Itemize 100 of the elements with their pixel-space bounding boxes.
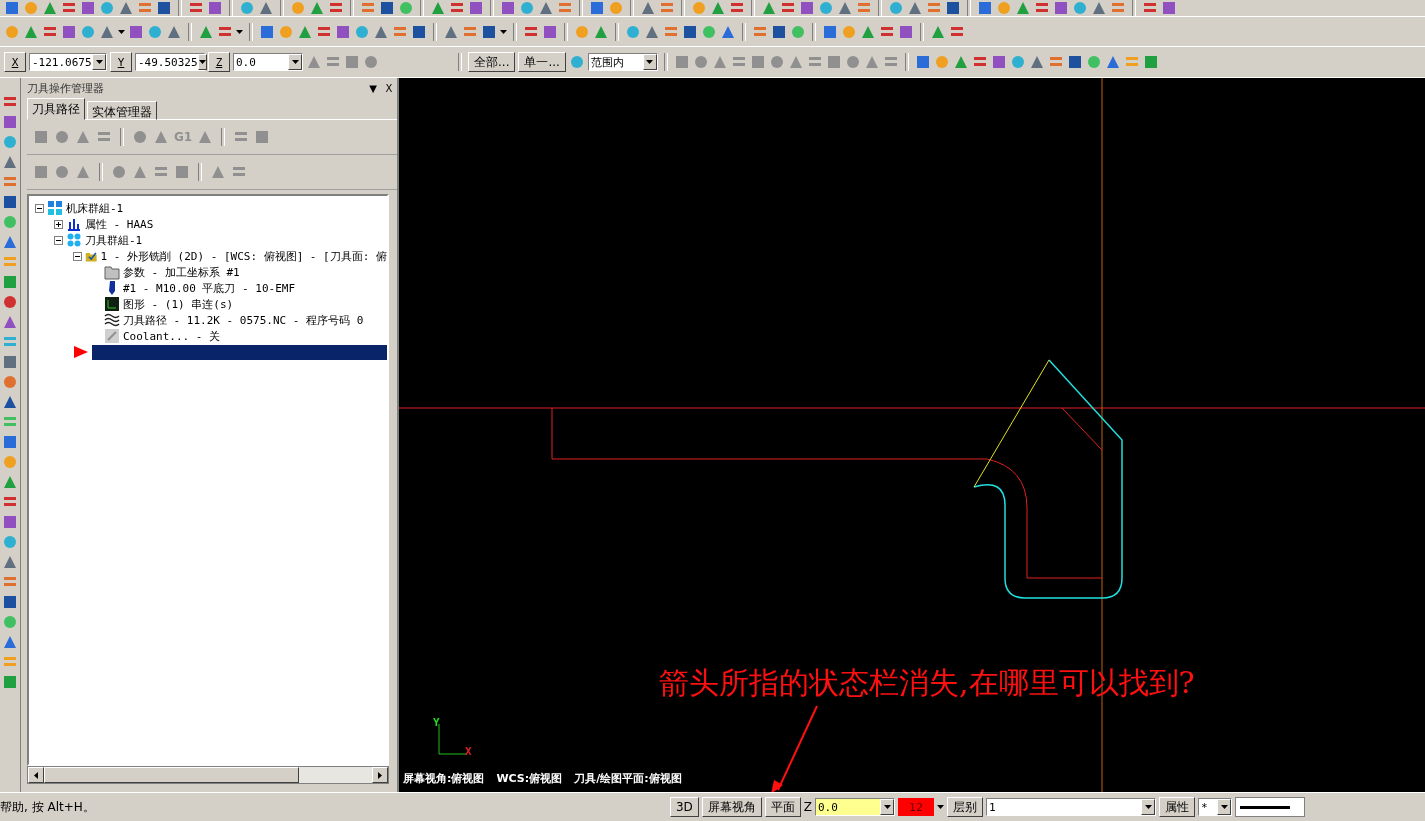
- tree-item[interactable]: 机床群組-1: [66, 200, 124, 216]
- status-button[interactable]: 3D: [669, 797, 699, 817]
- z-depth-field[interactable]: 0.0: [815, 798, 895, 816]
- tool-icon[interactable]: [335, 23, 351, 40]
- x-field[interactable]: -121.0675: [29, 53, 107, 71]
- y-field[interactable]: -49.50325: [135, 53, 205, 71]
- tool-icon[interactable]: [2, 554, 18, 570]
- horizontal-scrollbar[interactable]: [27, 766, 389, 784]
- tool-icon[interactable]: [2, 374, 18, 390]
- tool-icon[interactable]: [2, 674, 18, 690]
- tool-icon[interactable]: [2, 514, 18, 530]
- tree-item[interactable]: 刀具群組-1: [85, 232, 143, 248]
- tool-icon[interactable]: [914, 54, 931, 70]
- tool-icon[interactable]: [309, 0, 325, 16]
- y-button[interactable]: Y: [110, 52, 132, 72]
- tool-icon[interactable]: [500, 0, 516, 16]
- select-button[interactable]: 单一...: [518, 52, 566, 72]
- status-combo[interactable]: *: [1198, 798, 1232, 816]
- tool-icon[interactable]: [2, 274, 18, 290]
- expander-icon[interactable]: [35, 203, 44, 213]
- tool-icon[interactable]: [2, 194, 18, 210]
- tool-icon[interactable]: [1161, 0, 1177, 16]
- tool-icon[interactable]: [430, 0, 446, 16]
- scroll-right-button[interactable]: [372, 767, 388, 783]
- status-button[interactable]: 平面: [764, 797, 801, 817]
- line-style-field[interactable]: [1235, 797, 1305, 817]
- status-combo[interactable]: 1: [986, 798, 1156, 816]
- tree-item[interactable]: 刀具路径 - 11.2K - 0575.NC - 程序号码 0: [123, 312, 364, 328]
- tool-icon[interactable]: [640, 0, 656, 16]
- tree-item[interactable]: #1 - M10.00 平底刀 - 10-EMF: [123, 280, 296, 296]
- scroll-thumb[interactable]: [44, 767, 299, 783]
- panel-menu[interactable]: ▼: [365, 82, 381, 94]
- tool-icon[interactable]: [1028, 54, 1045, 70]
- tool-icon[interactable]: [258, 0, 274, 16]
- status-button[interactable]: 屏幕视角: [701, 797, 762, 817]
- tool-icon[interactable]: [589, 0, 605, 16]
- tool-icon[interactable]: [1053, 0, 1069, 16]
- tool-icon[interactable]: [118, 0, 134, 16]
- select-button[interactable]: 全部...: [468, 52, 516, 72]
- tool-icon[interactable]: [2, 474, 18, 490]
- x-button[interactable]: X: [4, 52, 26, 72]
- tool-icon[interactable]: [1142, 54, 1159, 70]
- tool-icon[interactable]: [771, 23, 787, 40]
- tool-icon[interactable]: [945, 0, 961, 16]
- tool-icon[interactable]: [468, 0, 484, 16]
- tree-item[interactable]: 1 - 外形铣削 (2D) - [WCS: 俯视图] - [刀具面: 俯: [100, 248, 387, 264]
- z-field[interactable]: 0.0: [233, 53, 303, 71]
- tool-icon[interactable]: [2, 314, 18, 330]
- tool-icon[interactable]: [207, 0, 223, 16]
- tool-icon[interactable]: [710, 0, 726, 16]
- close-button[interactable]: X: [381, 82, 397, 94]
- tab[interactable]: 刀具路径: [27, 98, 85, 120]
- range-select[interactable]: 范围内: [587, 53, 658, 71]
- tool-icon[interactable]: [128, 23, 144, 40]
- tool-icon[interactable]: [2, 234, 18, 250]
- tool-icon[interactable]: [2, 294, 18, 310]
- tool-icon[interactable]: [379, 0, 395, 16]
- tool-icon[interactable]: [80, 0, 96, 16]
- tool-icon[interactable]: [990, 54, 1007, 70]
- tool-icon[interactable]: [799, 0, 815, 16]
- tool-icon[interactable]: [2, 594, 18, 610]
- tool-icon[interactable]: [1066, 54, 1083, 70]
- z-button[interactable]: Z: [208, 52, 230, 72]
- tool-icon[interactable]: [907, 0, 923, 16]
- tool-icon[interactable]: [2, 114, 18, 130]
- insert-row[interactable]: [92, 344, 387, 360]
- tool-icon[interactable]: [542, 23, 558, 40]
- tool-icon[interactable]: [1091, 0, 1107, 16]
- tool-icon[interactable]: [2, 394, 18, 410]
- scroll-left-button[interactable]: [28, 767, 44, 783]
- tool-icon[interactable]: [411, 23, 427, 40]
- tool-icon[interactable]: [952, 54, 969, 70]
- tree-item[interactable]: 属性 - HAAS: [85, 216, 154, 232]
- expander-icon[interactable]: [54, 219, 63, 229]
- tool-icon[interactable]: [898, 23, 914, 40]
- tool-icon[interactable]: [4, 0, 20, 16]
- tab[interactable]: 实体管理器: [87, 101, 157, 120]
- expander-icon[interactable]: [54, 235, 63, 245]
- tool-icon[interactable]: [538, 0, 554, 16]
- tree-item[interactable]: 参数 - 加工坐标系 #1: [123, 264, 240, 280]
- tool-icon[interactable]: [682, 23, 698, 40]
- tool-icon[interactable]: [1104, 54, 1121, 70]
- tool-icon[interactable]: [2, 354, 18, 370]
- tool-icon[interactable]: [822, 23, 838, 40]
- tool-icon[interactable]: [2, 634, 18, 650]
- status-button[interactable]: 属性: [1159, 797, 1195, 817]
- tool-icon[interactable]: [2, 154, 18, 170]
- tool-icon[interactable]: [2, 434, 18, 450]
- tool-icon[interactable]: [837, 0, 853, 16]
- tool-icon[interactable]: [42, 0, 58, 16]
- tool-icon[interactable]: [259, 23, 275, 40]
- tool-icon[interactable]: [156, 0, 172, 16]
- tree-item[interactable]: Coolant... - 关: [123, 328, 221, 344]
- tool-icon[interactable]: [977, 0, 993, 16]
- tool-icon[interactable]: [481, 23, 497, 40]
- tool-icon[interactable]: [761, 0, 777, 16]
- tree-item[interactable]: 图形 - (1) 串连(s): [123, 296, 234, 312]
- tool-icon[interactable]: [61, 23, 77, 40]
- tool-icon[interactable]: [1015, 0, 1031, 16]
- expander-icon[interactable]: [73, 251, 82, 261]
